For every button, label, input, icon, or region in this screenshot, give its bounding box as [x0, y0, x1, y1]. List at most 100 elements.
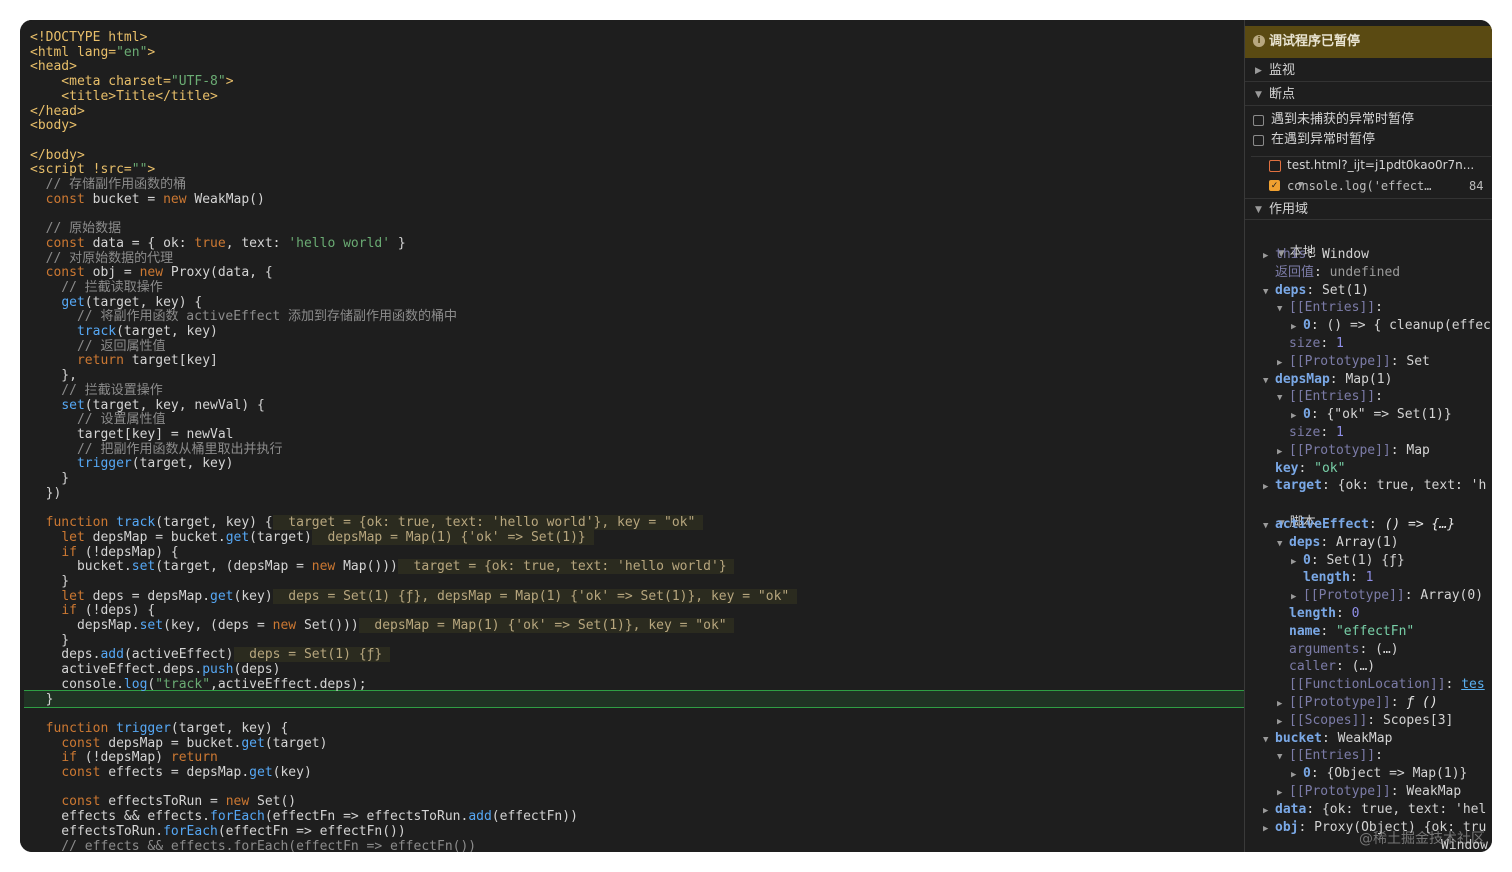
scope-variable-row[interactable]: arguments: (…): [1277, 641, 1399, 659]
scope-variable-row[interactable]: ▶ target: {ok: true, text: 'h: [1263, 477, 1486, 495]
chevron-down-icon: ▼: [1277, 393, 1283, 404]
scope-variable-row[interactable]: ▶ 0: {Object => Map(1)}: [1291, 765, 1467, 783]
breakpoint-enabled-checkbox[interactable]: ✓: [1269, 180, 1280, 191]
code-line: target[key] = newVal: [30, 427, 234, 442]
code-text: // 存储副作用函数的桶: [30, 177, 187, 192]
key-separator: :: [1375, 748, 1391, 764]
scope-variable-row[interactable]: ▼ [[Entries]]:: [1277, 299, 1391, 317]
scope-variable-value: Scopes[3]: [1382, 712, 1454, 728]
code-text: // 拦截设置操作: [30, 382, 163, 398]
scope-variable-key: length: [1289, 606, 1336, 621]
scope-variable-row[interactable]: ▶ this: Window: [1263, 246, 1369, 264]
chevron-right-icon: ▶: [1291, 592, 1297, 603]
scope-variable-row[interactable]: name: "effectFn": [1277, 623, 1414, 641]
scope-variable-row[interactable]: ▶ data: {ok: true, text: 'hel: [1263, 801, 1486, 819]
scope-variable-row[interactable]: ▼ [[Entries]]:: [1277, 388, 1391, 406]
code-line: const effectsToRun = new Set(): [30, 794, 296, 809]
scope-variable-key: bucket: [1275, 730, 1322, 746]
code-line: const effects = depsMap.get(key): [30, 765, 311, 780]
section-breakpoints[interactable]: ▼ 断点: [1245, 84, 1492, 106]
code-text: // 把副作用函数从桶里取出并执行: [30, 441, 283, 457]
scope-variable-value: Set: [1406, 353, 1430, 369]
code-text: trigger(target, key): [76, 456, 234, 472]
code-line: }): [30, 485, 62, 501]
code-line: </head>: [30, 104, 85, 119]
code-editor[interactable]: <!DOCTYPE html> <html lang="en"> <head> <m…: [20, 20, 1244, 852]
code-text: <body>: [30, 118, 77, 134]
chevron-right-icon: ▶: [1291, 411, 1297, 422]
key-separator: :: [1390, 695, 1407, 710]
pause-uncaught-checkbox[interactable]: [1253, 115, 1264, 126]
scope-variable-value: Set(1) {ƒ}: [1326, 552, 1405, 568]
code-text: // 对原始数据的代理: [30, 250, 174, 266]
scope-variable-row[interactable]: ▼ activeEffect: () => {…}: [1263, 516, 1455, 534]
scope-variable-value: {ok: true, text: 'h: [1337, 478, 1487, 494]
scope-variable-row[interactable]: ▶ [[Scopes]]: Scopes[3]: [1277, 712, 1453, 730]
scope-variable-row[interactable]: key: "ok": [1263, 460, 1345, 478]
code-text: effectsToRun.forEach(effectFn => effectF…: [30, 823, 406, 839]
code-text: target[key] = newVal: [30, 426, 234, 442]
scope-script-header[interactable]: ▼ 脚本: [1253, 496, 1316, 530]
code-line: deps.add(activeEffect) deps = Set(1) {ƒ}: [30, 647, 391, 663]
code-text: }: [30, 573, 70, 589]
scope-variable-key: target: [1275, 478, 1322, 494]
scope-variable-key: [[Entries]]: [1289, 300, 1376, 316]
code-text: if (!depsMap) return: [61, 750, 218, 766]
scope-variable-row[interactable]: size: 1: [1277, 335, 1344, 353]
section-scope[interactable]: ▼ 作用域: [1245, 198, 1492, 220]
section-watch[interactable]: ▶ 监视: [1245, 60, 1492, 82]
code-line: return target[key]: [30, 353, 218, 368]
inline-value-hint: depsMap = Map(1) {'ok' => Set(1)}: [311, 529, 594, 545]
code-text: // 返回属性值: [30, 338, 166, 354]
scope-variable-row[interactable]: ▶ 0: () => { cleanup(effec: [1291, 317, 1491, 335]
chevron-down-icon: ▼: [1255, 90, 1262, 100]
scope-variable-row[interactable]: ▼ depsMap: Map(1): [1263, 371, 1392, 389]
key-separator: :: [1321, 478, 1338, 494]
code-text: track(target, key): [76, 324, 218, 339]
code-text: }: [30, 632, 70, 648]
scope-variable-key: [[Prototype]]: [1289, 784, 1391, 799]
scope-variable-key: [[Scopes]]: [1289, 712, 1368, 728]
scope-variable-row[interactable]: ▶ [[Prototype]]: Array(0): [1291, 587, 1483, 605]
chevron-right-icon: ▶: [1277, 446, 1283, 457]
chevron-right-icon: ▶: [1291, 770, 1297, 781]
scope-variable-row[interactable]: ▶ [[Prototype]]: ƒ (): [1277, 694, 1438, 712]
breakpoint-code[interactable]: console.log('effect…: [1287, 177, 1432, 195]
code-text: }): [30, 485, 62, 501]
scope-variable-row[interactable]: caller: (…): [1277, 658, 1375, 676]
pause-caught-checkbox[interactable]: [1253, 135, 1264, 146]
scope-variable-row[interactable]: ▼ [[Entries]]:: [1277, 747, 1391, 765]
scope-variable-row[interactable]: [[FunctionLocation]]: tes: [1277, 676, 1485, 694]
inline-value-hint: target = {ok: true, text: 'hello world'}…: [272, 515, 704, 531]
scope-variable-row[interactable]: 返回值: undefined: [1263, 264, 1400, 282]
code-text: </body>: [30, 147, 85, 163]
scope-variable-row[interactable]: length: 1: [1291, 569, 1373, 587]
scope-variable-row[interactable]: ▶ 0: Set(1) {ƒ}: [1291, 552, 1405, 570]
code-text: // 将副作用函数 activeEffect 添加到存储副作用函数的桶中: [30, 309, 458, 325]
scope-variable-row[interactable]: ▶ [[Prototype]]: WeakMap: [1277, 783, 1461, 801]
code-line: </body>: [30, 148, 85, 163]
scope-variable-value: {"ok" => Set(1)}: [1326, 407, 1452, 423]
code-text: <meta charset="UTF-8">: [30, 74, 234, 90]
key-separator: :: [1329, 371, 1346, 387]
scope-local-header[interactable]: ▼ 本地: [1253, 226, 1316, 260]
scope-variable-row[interactable]: ▶ [[Prototype]]: Set: [1277, 353, 1430, 371]
scope-variable-row[interactable]: ▼ deps: Array(1): [1277, 534, 1399, 552]
scope-variable-value: 0: [1351, 606, 1360, 621]
key-separator: :: [1321, 730, 1338, 746]
scope-variable-row[interactable]: ▶ 0: {"ok" => Set(1)}: [1291, 406, 1452, 424]
key-separator: :: [1298, 819, 1315, 835]
scope-global-header[interactable]: ▶全局: [1253, 837, 1316, 852]
scope-variable-row[interactable]: ▼ deps: Set(1): [1263, 282, 1369, 300]
ide-window: <!DOCTYPE html> <html lang="en"> <head> <m…: [20, 20, 1492, 852]
scope-variable-row[interactable]: size: 1: [1277, 424, 1344, 442]
code-line: <body>: [30, 118, 77, 133]
scope-variable-key: size: [1289, 425, 1321, 440]
key-separator: :: [1349, 570, 1366, 586]
scope-variable-value: Set(1): [1321, 282, 1369, 298]
code-text: // 原始数据: [30, 221, 122, 237]
scope-variable-row[interactable]: ▼ bucket: WeakMap: [1263, 730, 1392, 748]
scope-variable-row[interactable]: length: 0: [1277, 605, 1359, 623]
scope-variable-row[interactable]: ▶ [[Prototype]]: Map: [1277, 442, 1430, 460]
scope-variable-key: 0: [1303, 766, 1311, 782]
